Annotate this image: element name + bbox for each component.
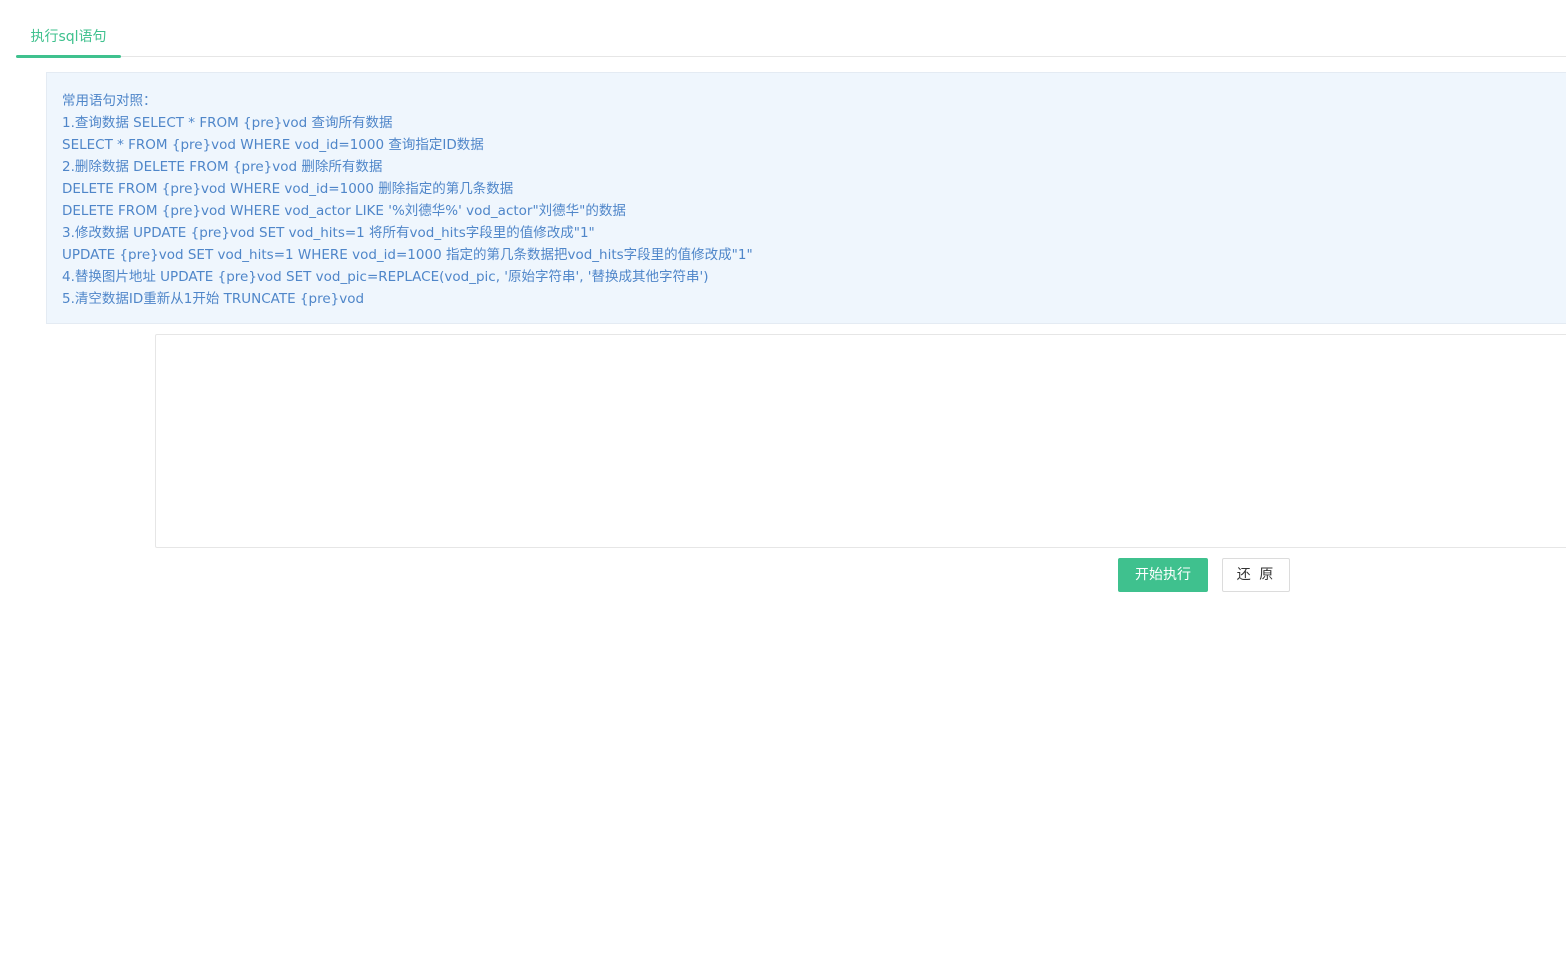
tips-line: 2.删除数据 DELETE FROM {pre}vod 删除所有数据: [62, 159, 383, 175]
execute-button[interactable]: 开始执行: [1118, 558, 1208, 592]
tips-line: DELETE FROM {pre}vod WHERE vod_id=1000 删…: [62, 181, 514, 197]
tips-line: 5.清空数据ID重新从1开始 TRUNCATE {pre}vod: [62, 291, 365, 307]
sql-input[interactable]: [155, 334, 1566, 548]
tips-line: 3.修改数据 UPDATE {pre}vod SET vod_hits=1 将所…: [62, 225, 595, 241]
tab-execute-sql[interactable]: 执行sql语句: [16, 0, 121, 58]
sql-tips-panel: 常用语句对照： 1.查询数据 SELECT * FROM {pre}vod 查询…: [46, 72, 1566, 324]
tips-line: SELECT * FROM {pre}vod WHERE vod_id=1000…: [62, 137, 484, 153]
tips-line: 4.替换图片地址 UPDATE {pre}vod SET vod_pic=REP…: [62, 269, 709, 285]
reset-button[interactable]: 还 原: [1222, 558, 1290, 592]
tab-execute-sql-label: 执行sql语句: [30, 29, 107, 45]
tips-line: 1.查询数据 SELECT * FROM {pre}vod 查询所有数据: [62, 115, 393, 131]
tab-active-indicator: [16, 55, 121, 58]
tips-line: DELETE FROM {pre}vod WHERE vod_actor LIK…: [62, 203, 626, 219]
tab-bar: 执行sql语句: [16, 0, 1566, 58]
tips-line: UPDATE {pre}vod SET vod_hits=1 WHERE vod…: [62, 247, 753, 263]
tips-heading: 常用语句对照：: [62, 93, 157, 109]
